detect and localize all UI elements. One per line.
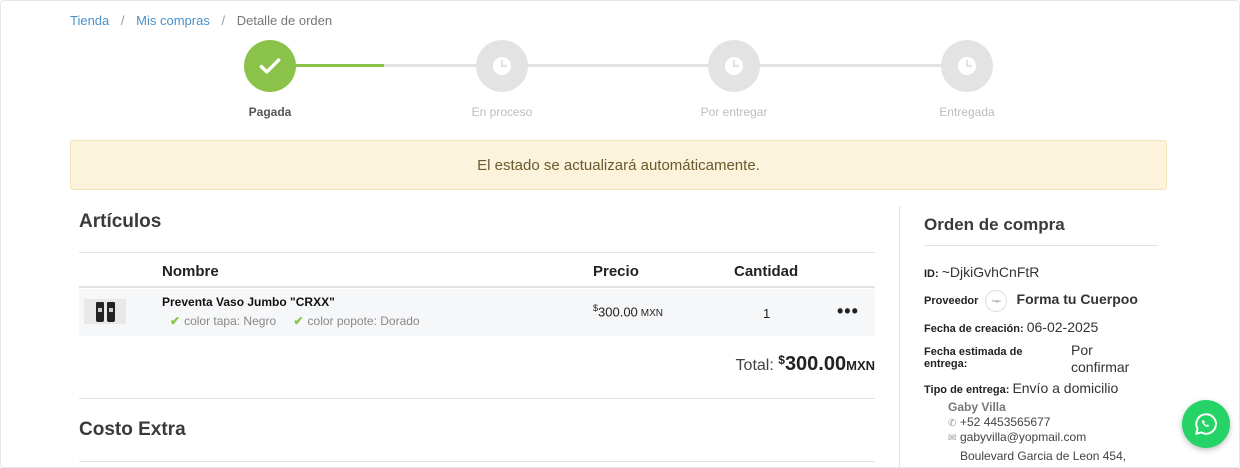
step-en-proceso: En proceso bbox=[442, 40, 562, 119]
alert-text: El estado se actualizará automáticamente… bbox=[477, 156, 760, 174]
phone-icon: ✆ bbox=[948, 418, 957, 429]
contact-address: Boulevard Garcia de Leon 454, bbox=[948, 449, 1126, 463]
order-delivery-type: Tipo de entrega: Envío a domicilio bbox=[924, 380, 1118, 396]
clock-icon bbox=[941, 40, 993, 92]
price-value: 300.00 bbox=[598, 304, 638, 320]
breadcrumb-link-tienda[interactable]: Tienda bbox=[70, 13, 109, 28]
table-row: Preventa Vaso Jumbo "CRXX" ✔ color tapa: … bbox=[79, 289, 875, 336]
step-entregada: Entregada bbox=[907, 40, 1027, 119]
estimated-value: Por confirmar bbox=[1071, 342, 1130, 375]
order-info-panel: Orden de compra ID: ~DjkiGvhCnFtR Provee… bbox=[924, 205, 1158, 463]
extra-cost-title: Costo Extra bbox=[79, 419, 186, 440]
clock-icon bbox=[708, 40, 760, 92]
order-total: Total: $300.00MXN bbox=[736, 353, 875, 376]
total-symbol: $ bbox=[778, 353, 785, 367]
check-icon bbox=[244, 40, 296, 92]
column-header-nombre: Nombre bbox=[162, 263, 219, 280]
order-title: Orden de compra bbox=[924, 215, 1065, 234]
check-icon: ✔ bbox=[293, 314, 304, 328]
provider-name[interactable]: Forma tu Cuerpoo bbox=[1017, 291, 1138, 307]
step-label: En proceso bbox=[471, 105, 533, 119]
total-currency: MXN bbox=[846, 358, 875, 373]
step-label: Entregada bbox=[939, 105, 995, 119]
step-label: Pagada bbox=[248, 105, 292, 119]
breadcrumb-separator: / bbox=[221, 13, 226, 28]
articles-table-header: Nombre Precio Cantidad bbox=[79, 252, 875, 288]
contact-address-value: Boulevard Garcia de Leon 454, bbox=[960, 449, 1127, 463]
order-id: ID: ~DjkiGvhCnFtR bbox=[924, 264, 1039, 280]
contact-phone-value: +52 4453565677 bbox=[960, 415, 1051, 429]
delivery-value: Envío a domicilio bbox=[1012, 380, 1119, 396]
product-quantity: 1 bbox=[763, 306, 771, 321]
section-divider bbox=[79, 461, 875, 462]
variant-popote: color popote: Dorado bbox=[307, 314, 420, 328]
total-amount: 300.00 bbox=[784, 353, 847, 375]
order-title-divider bbox=[924, 245, 1158, 246]
created-label: Fecha de creación: bbox=[924, 323, 1024, 335]
articles-title: Artículos bbox=[79, 211, 162, 232]
estimated-label: Fecha estimada de entrega: bbox=[924, 346, 1023, 370]
column-divider bbox=[899, 206, 900, 468]
whatsapp-button[interactable] bbox=[1182, 400, 1230, 448]
column-header-precio: Precio bbox=[593, 263, 639, 280]
order-status-stepper: Pagada En proceso Por entregar Entregada bbox=[0, 40, 1240, 120]
product-name: Preventa Vaso Jumbo "CRXX" bbox=[162, 295, 335, 309]
product-thumbnail bbox=[84, 299, 126, 324]
contact-name: Gaby Villa bbox=[948, 400, 1006, 414]
contact-phone: ✆ +52 4453565677 bbox=[948, 415, 1050, 429]
breadcrumb-link-mis-compras[interactable]: Mis compras bbox=[136, 13, 210, 28]
more-options-icon[interactable]: ••• bbox=[837, 301, 859, 322]
order-id-label: ID: bbox=[924, 268, 939, 280]
product-price: $300.00 MXN bbox=[593, 303, 663, 319]
contact-email: ✉ gabyvilla@yopmail.com bbox=[948, 430, 1086, 444]
breadcrumb-current: Detalle de orden bbox=[236, 13, 333, 28]
variant-tapa: color tapa: Negro bbox=[184, 314, 277, 328]
provider-label: Proveedor bbox=[924, 294, 979, 307]
column-header-cantidad: Cantidad bbox=[734, 263, 799, 280]
step-por-entregar: Por entregar bbox=[674, 40, 794, 119]
contact-email-value: gabyvilla@yopmail.com bbox=[960, 430, 1087, 444]
clock-icon bbox=[476, 40, 528, 92]
status-alert: El estado se actualizará automáticamente… bbox=[70, 140, 1167, 190]
total-label: Total: bbox=[735, 357, 774, 374]
breadcrumb: Tienda / Mis compras / Detalle de orden bbox=[70, 13, 332, 28]
breadcrumb-separator: / bbox=[120, 13, 125, 28]
price-currency: MXN bbox=[640, 308, 664, 320]
provider-logo: logo bbox=[985, 290, 1008, 312]
section-divider bbox=[79, 398, 875, 399]
whatsapp-icon bbox=[1195, 413, 1217, 435]
order-created: Fecha de creación: 06-02-2025 bbox=[924, 319, 1098, 335]
check-icon: ✔ bbox=[170, 314, 181, 328]
product-variants: ✔ color tapa: Negro ✔ color popote: Dorado bbox=[170, 314, 434, 328]
order-id-value: ~DjkiGvhCnFtR bbox=[941, 264, 1040, 280]
step-pagada: Pagada bbox=[210, 40, 330, 119]
step-label: Por entregar bbox=[700, 105, 768, 119]
delivery-label: Tipo de entrega: bbox=[924, 384, 1010, 396]
created-value: 06-02-2025 bbox=[1026, 319, 1099, 335]
order-provider: Proveedor logo Forma tu Cuerpoo bbox=[924, 290, 1138, 312]
mail-icon: ✉ bbox=[948, 433, 957, 444]
